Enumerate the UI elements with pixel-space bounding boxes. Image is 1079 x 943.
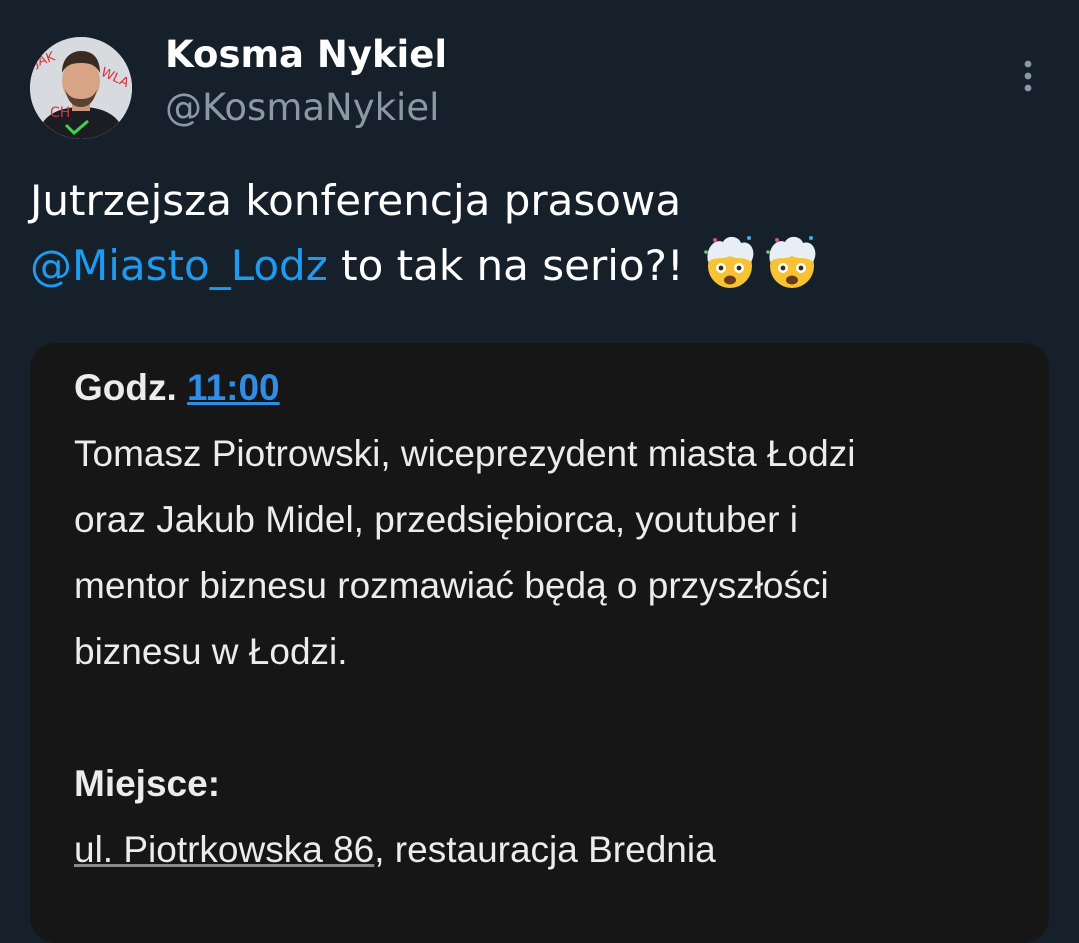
attached-image[interactable]: Godz. 11:00 Tomasz Piotrowski, wiceprezy… bbox=[30, 343, 1049, 943]
tweet-text-rest: to tak na serio?! bbox=[327, 241, 684, 290]
tweet-text-line-1: Jutrzejsza konferencja prasowa bbox=[30, 176, 682, 225]
exploding-head-emoji-icon bbox=[763, 232, 821, 290]
more-options-icon[interactable] bbox=[1012, 58, 1044, 98]
tweet-text: Jutrzejsza konferencja prasowa @Miasto_L… bbox=[30, 170, 1040, 297]
tweet-text-line-2: @Miasto_Lodz to tak na serio?! bbox=[30, 232, 1040, 297]
tweet[interactable]: JAK WLA CH Kosma Nykiel @KosmaNykiel Jut… bbox=[0, 0, 1079, 943]
avatar[interactable]: JAK WLA CH bbox=[30, 37, 132, 139]
time-link[interactable]: 11:00 bbox=[187, 367, 280, 408]
author-handle[interactable]: @KosmaNykiel bbox=[165, 86, 439, 129]
address-link[interactable]: ul. Piotrkowska 86 bbox=[74, 829, 374, 870]
address-row: ul. Piotrkowska 86, restauracja Brednia bbox=[74, 817, 1044, 883]
author-name[interactable]: Kosma Nykiel bbox=[165, 33, 447, 76]
description-line-3: mentor biznesu rozmawiać będą o przyszło… bbox=[74, 565, 829, 606]
description-line-1: Tomasz Piotrowski, wiceprezydent miasta … bbox=[74, 433, 856, 474]
place-label: Miejsce: bbox=[74, 763, 221, 804]
time-label: Godz. bbox=[74, 367, 177, 408]
image-text-content: Godz. 11:00 Tomasz Piotrowski, wiceprezy… bbox=[74, 355, 1044, 883]
time-row: Godz. 11:00 bbox=[74, 355, 1044, 421]
description-line-2: oraz Jakub Midel, przedsiębiorca, youtub… bbox=[74, 499, 798, 540]
exploding-head-emoji-icon bbox=[701, 232, 759, 290]
address-rest: , restauracja Brednia bbox=[374, 829, 716, 870]
mention-link[interactable]: @Miasto_Lodz bbox=[30, 241, 328, 290]
description-line-4: biznesu w Łodzi. bbox=[74, 631, 348, 672]
svg-text:CH: CH bbox=[50, 105, 70, 121]
